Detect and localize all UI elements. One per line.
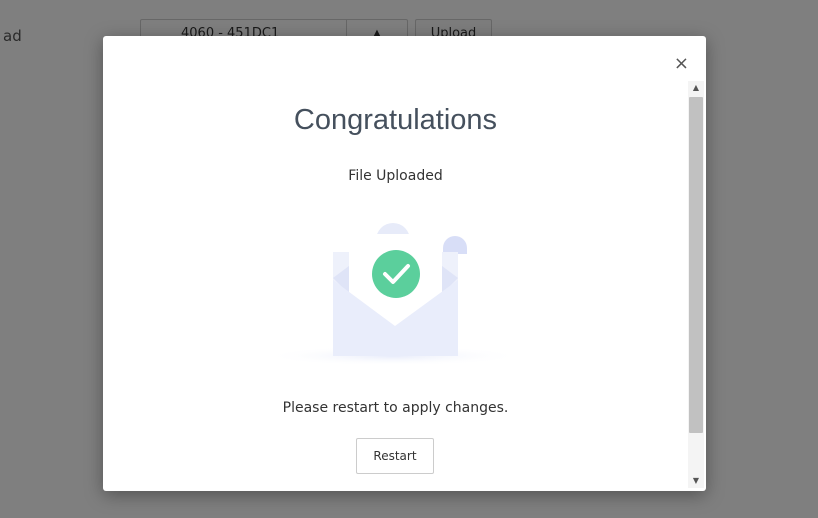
close-icon[interactable]: × bbox=[674, 54, 689, 74]
dialog-title: Congratulations bbox=[293, 104, 498, 136]
dialog-scrollbar[interactable]: ▲ ▼ bbox=[688, 81, 704, 488]
scroll-thumb[interactable] bbox=[689, 97, 703, 433]
scroll-down-arrow-icon[interactable]: ▼ bbox=[688, 474, 704, 488]
envelope-check-icon bbox=[263, 214, 523, 366]
restart-button[interactable]: Restart bbox=[356, 438, 434, 474]
success-dialog: Congratulations File Uploaded Please res… bbox=[103, 36, 706, 491]
dialog-content: Congratulations File Uploaded Please res… bbox=[103, 36, 688, 491]
dialog-subtitle: File Uploaded bbox=[348, 168, 443, 184]
scroll-up-arrow-icon[interactable]: ▲ bbox=[688, 81, 704, 95]
restart-message: Please restart to apply changes. bbox=[282, 400, 509, 416]
